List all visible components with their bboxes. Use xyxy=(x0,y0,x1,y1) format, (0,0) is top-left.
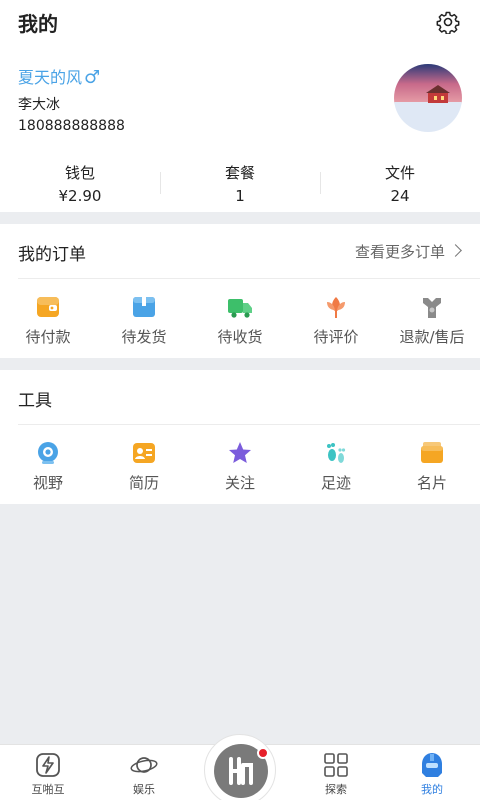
stat-label: 钱包 xyxy=(64,164,95,182)
nav-label: 我的 xyxy=(421,783,443,796)
order-label: 待收货 xyxy=(217,328,263,346)
nav-item-huhuhu[interactable]: 互啪互 xyxy=(0,745,96,800)
order-pending-payment[interactable]: 待付款 xyxy=(0,294,96,347)
tool-business-card[interactable]: 名片 xyxy=(384,440,480,493)
flower-icon xyxy=(327,297,345,318)
stats-row: 钱包 ¥2.90 套餐 1 文件 24 xyxy=(0,162,480,206)
stat-files[interactable]: 文件 24 xyxy=(320,162,480,206)
notification-dot xyxy=(257,747,269,759)
stat-package[interactable]: 套餐 1 xyxy=(160,162,320,206)
real-name: 李大冰 xyxy=(18,97,60,113)
phone-number: 180888888888 xyxy=(18,118,125,134)
tools-title: 工具 xyxy=(18,391,52,411)
order-label: 待发货 xyxy=(121,328,167,346)
header: 我的 xyxy=(0,0,480,44)
center-logo-button[interactable] xyxy=(204,734,276,800)
camera-icon xyxy=(38,442,58,464)
nickname-text: 夏天的风 xyxy=(18,68,83,87)
stat-label: 文件 xyxy=(384,164,415,182)
helmet-icon xyxy=(422,753,442,777)
stat-value: 24 xyxy=(390,187,410,205)
lightning-icon xyxy=(36,753,60,777)
card-icon xyxy=(421,442,443,463)
order-pending-receipt[interactable]: 待收货 xyxy=(192,294,288,347)
my-page: 我的 夏天的风 ♂ 李大冰 180888888888 钱包 ¥2.90 套餐 1… xyxy=(0,0,480,800)
tool-resume[interactable]: 简历 xyxy=(96,440,192,493)
stat-label: 套餐 xyxy=(224,164,255,182)
divider xyxy=(18,278,480,279)
gear-icon[interactable] xyxy=(436,10,460,34)
tools-header: 工具 xyxy=(0,370,480,424)
wrench-icon xyxy=(423,298,441,318)
male-icon: ♂ xyxy=(84,67,101,88)
page-title: 我的 xyxy=(18,12,58,36)
tool-follow[interactable]: 关注 xyxy=(192,440,288,493)
nickname: 夏天的风 ♂ xyxy=(18,64,100,88)
nav-item-explore[interactable]: 探索 xyxy=(288,745,384,800)
nav-item-mine[interactable]: 我的 xyxy=(384,745,480,800)
nav-label: 娱乐 xyxy=(133,783,155,796)
box-icon xyxy=(133,297,155,317)
planet-icon xyxy=(130,757,158,773)
tool-footprint[interactable]: 足迹 xyxy=(288,440,384,493)
view-more-label: 查看更多订单 xyxy=(354,243,445,261)
footprint-icon xyxy=(327,443,346,463)
nav-item-entertainment[interactable]: 娱乐 xyxy=(96,745,192,800)
tools-section: 工具 视野 简历 关注 足迹 名片 xyxy=(0,370,480,504)
wallet-icon xyxy=(37,297,59,317)
nav-label: 探索 xyxy=(325,783,347,796)
profile-card[interactable]: 夏天的风 ♂ 李大冰 180888888888 钱包 ¥2.90 套餐 1 文件… xyxy=(0,44,480,212)
chevron-right-icon xyxy=(449,244,462,257)
stat-wallet[interactable]: 钱包 ¥2.90 xyxy=(0,162,160,206)
orders-header: 我的订单 查看更多订单 xyxy=(0,224,480,278)
order-label: 待付款 xyxy=(25,328,71,346)
tool-label: 视野 xyxy=(32,474,63,492)
orders-section: 我的订单 查看更多订单 待付款 待发货 待收货 待评价 退款/售后 xyxy=(0,224,480,358)
tool-label: 足迹 xyxy=(320,474,351,492)
truck-icon xyxy=(228,299,252,318)
stat-value: 1 xyxy=(235,187,245,205)
tool-label: 关注 xyxy=(224,474,255,492)
tool-label: 名片 xyxy=(416,474,447,492)
nav-label: 互啪互 xyxy=(31,783,65,796)
grid-icon xyxy=(324,753,348,777)
view-more-orders-link[interactable]: 查看更多订单 xyxy=(354,241,462,262)
order-refund-aftersale[interactable]: 退款/售后 xyxy=(384,294,480,347)
stat-value: ¥2.90 xyxy=(58,187,102,205)
tool-label: 简历 xyxy=(128,474,159,492)
orders-title: 我的订单 xyxy=(18,245,86,265)
order-pending-review[interactable]: 待评价 xyxy=(288,294,384,347)
order-label: 退款/售后 xyxy=(399,328,465,346)
tools-grid: 视野 简历 关注 足迹 名片 xyxy=(0,440,480,493)
divider xyxy=(18,424,480,425)
avatar[interactable] xyxy=(394,64,462,132)
orders-grid: 待付款 待发货 待收货 待评价 退款/售后 xyxy=(0,294,480,347)
tool-vision[interactable]: 视野 xyxy=(0,440,96,493)
order-label: 待评价 xyxy=(313,328,359,346)
star-icon xyxy=(229,442,251,463)
resume-icon xyxy=(133,443,155,463)
order-pending-shipment[interactable]: 待发货 xyxy=(96,294,192,347)
